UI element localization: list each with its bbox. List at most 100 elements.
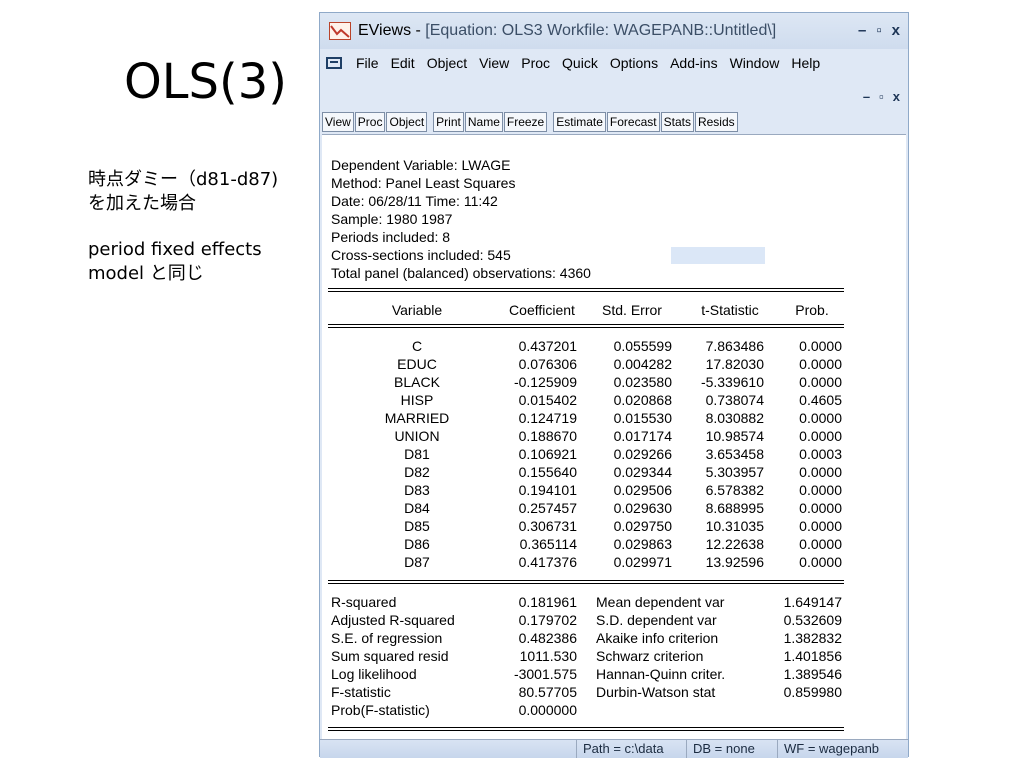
col-header-prob: Prob. [795,302,829,318]
col-header-coefficient: Coefficient [509,302,575,318]
eviews-window: EViews - [Equation: OLS3 Workfile: WAGEP… [319,12,909,758]
minimize-button[interactable]: – [858,22,866,39]
stat-name: Log likelihood [331,666,417,682]
coef-cell-prob: 0.4605 [799,392,842,408]
window-controls: – ▫ x [858,22,900,39]
header-date: Date: 06/28/11 Time: 11:42 [331,193,498,209]
coef-cell-t-statistic: 13.92596 [705,554,764,570]
equation-toolbar: View Proc Object Print Name Freeze Estim… [322,111,906,133]
menu-help[interactable]: Help [785,55,826,71]
stat-name: Prob(F-statistic) [331,702,430,718]
menu-object[interactable]: Object [421,55,473,71]
coef-cell-variable: D85 [404,518,430,534]
maximize-button[interactable]: ▫ [876,22,881,39]
coef-cell-coefficient: 0.015402 [518,392,577,408]
coef-cell-prob: 0.0000 [799,374,842,390]
table-rule [328,327,844,328]
menu-options[interactable]: Options [604,55,664,71]
coef-cell-coefficient: 0.155640 [518,464,577,480]
coef-cell-prob: 0.0000 [799,428,842,444]
note-period-fixed-effects: period fixed effects model と同じ [88,239,268,284]
selection-highlight [671,247,765,264]
stat-name: S.D. dependent var [596,612,717,628]
stat-name: Schwarz criterion [596,648,704,664]
header-observations: Total panel (balanced) observations: 436… [331,265,591,281]
menu-proc[interactable]: Proc [515,55,556,71]
header-periods: Periods included: 8 [331,229,451,245]
coef-cell-variable: MARRIED [384,410,450,426]
title-bar[interactable]: EViews - [Equation: OLS3 Workfile: WAGEP… [320,13,908,49]
tb-object-button[interactable]: Object [386,112,428,132]
coef-cell-coefficient: 0.417376 [518,554,577,570]
coef-cell-prob: 0.0000 [799,410,842,426]
table-rule [328,291,844,292]
stat-name: R-squared [331,594,397,610]
coef-cell-variable: C [411,338,423,354]
stat-value: 1.401856 [783,648,842,664]
doc-minimize-button[interactable]: – [863,89,870,104]
table-rule [328,583,844,584]
stat-value: 0.181961 [518,594,577,610]
coef-cell-std-error: 0.055599 [613,338,672,354]
stat-name: Akaike info criterion [596,630,719,646]
coef-cell-t-statistic: 10.98574 [705,428,764,444]
coef-cell-prob: 0.0000 [799,338,842,354]
stat-name: S.E. of regression [331,630,443,646]
coef-cell-prob: 0.0000 [799,554,842,570]
menu-edit[interactable]: Edit [385,55,421,71]
coef-cell-prob: 0.0000 [799,464,842,480]
coef-cell-coefficient: 0.306731 [518,518,577,534]
menu-view[interactable]: View [473,55,515,71]
status-bar: Path = c:\data DB = none WF = wagepanb [320,739,908,758]
table-rule [328,288,844,289]
tb-forecast-button[interactable]: Forecast [606,112,660,132]
stat-value: 0.859980 [783,684,842,700]
coef-cell-coefficient: 0.437201 [518,338,577,354]
coef-cell-variable: D81 [404,446,430,462]
tb-freeze-button[interactable]: Freeze [503,112,548,132]
stat-name: Mean dependent var [596,594,725,610]
close-button[interactable]: x [892,22,900,39]
system-menu-icon[interactable] [326,57,342,69]
stat-value: 1.649147 [783,594,842,610]
coef-cell-variable: D87 [404,554,430,570]
coef-cell-t-statistic: 3.653458 [705,446,764,462]
menu-quick[interactable]: Quick [556,55,604,71]
coef-cell-std-error: 0.029506 [613,482,672,498]
coef-cell-coefficient: 0.106921 [518,446,577,462]
coef-cell-t-statistic: 12.22638 [705,536,764,552]
coef-cell-coefficient: 0.188670 [518,428,577,444]
stat-value: 0.000000 [518,702,577,718]
tb-stats-button[interactable]: Stats [660,112,694,132]
menu-addins[interactable]: Add-ins [664,55,723,71]
coef-cell-t-statistic: 8.030882 [705,410,764,426]
coef-cell-coefficient: 0.365114 [519,536,577,552]
stat-value: 0.482386 [518,630,577,646]
coef-cell-std-error: 0.015530 [613,410,672,426]
app-name: EViews - [358,22,426,39]
doc-restore-button[interactable]: ▫ [879,89,884,104]
tb-print-button[interactable]: Print [433,112,464,132]
col-header-std-error: Std. Error [602,302,662,318]
tb-proc-button[interactable]: Proc [354,112,386,132]
tb-resids-button[interactable]: Resids [694,112,738,132]
menu-file[interactable]: File [350,55,385,71]
stat-name: Sum squared resid [331,648,449,664]
tb-name-button[interactable]: Name [464,112,503,132]
header-dependent-variable: Dependent Variable: LWAGE [331,157,511,173]
coef-cell-std-error: 0.029863 [613,536,672,552]
doc-close-button[interactable]: x [893,89,900,104]
estimation-output[interactable]: Dependent Variable: LWAGE Method: Panel … [322,134,906,740]
tb-estimate-button[interactable]: Estimate [553,112,606,132]
coef-cell-prob: 0.0000 [799,518,842,534]
eviews-app-icon[interactable] [329,22,351,40]
tb-view-button[interactable]: View [322,112,354,132]
stat-value: -3001.575 [513,666,577,682]
coef-cell-std-error: 0.029630 [613,500,672,516]
table-rule [328,727,844,728]
coef-cell-variable: HISP [400,392,434,408]
coef-cell-variable: EDUC [397,356,437,372]
slide-title: OLS(3) [124,54,287,110]
menu-window[interactable]: Window [724,55,786,71]
coef-cell-coefficient: 0.124719 [518,410,577,426]
